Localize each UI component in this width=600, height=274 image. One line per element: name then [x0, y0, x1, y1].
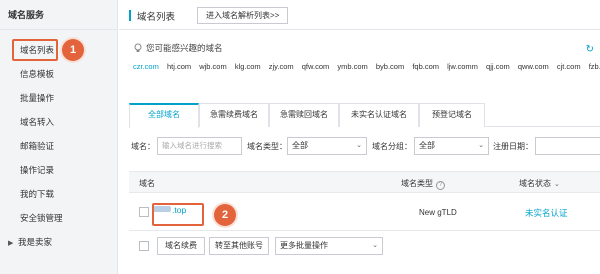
filter-bar: 域名： 输入域名进行搜索 域名类型： 全部 ⌄ 域名分组： 全部 ⌄ 注册日期：: [129, 137, 600, 157]
sidebar-item-seller-label: 我是卖家: [18, 237, 53, 247]
more-bulk-actions-select[interactable]: 更多批量操作 ⌄: [275, 237, 383, 255]
reg-date-input[interactable]: [535, 137, 600, 155]
table-header: 域名 域名类型? 域名状态 ⌄: [129, 171, 600, 193]
page-title: 域名列表: [137, 12, 176, 23]
domain-search-input[interactable]: 输入域名进行搜索: [157, 137, 242, 155]
transfer-account-button[interactable]: 转至其他账号: [209, 237, 269, 255]
chevron-down-icon: ⌄: [554, 181, 560, 188]
more-bulk-actions-label: 更多批量操作: [280, 241, 328, 250]
suggested-domain-link[interactable]: wjb.com: [199, 62, 227, 71]
title-accent-bar: [129, 10, 131, 21]
page-header: 域名列表 进入域名解析列表>>: [119, 0, 600, 30]
sidebar-title: 域名服务: [0, 0, 117, 30]
suggested-domains-heading: 您可能感兴趣的域名: [133, 42, 600, 54]
domain-type-cell: New gTLD: [419, 208, 457, 217]
column-header-status[interactable]: 域名状态 ⌄: [519, 178, 560, 189]
domain-type-value: 全部: [292, 141, 308, 150]
suggested-domain-link[interactable]: byb.com: [376, 62, 404, 71]
chevron-down-icon: ⌄: [356, 142, 362, 149]
reg-date-label: 注册日期：: [493, 142, 533, 151]
sidebar-item-seller[interactable]: ▶ 我是卖家: [0, 230, 117, 254]
suggested-domain-link[interactable]: qjj.com: [486, 62, 510, 71]
help-icon[interactable]: ?: [436, 181, 445, 190]
suggested-domain-link[interactable]: fqb.com: [412, 62, 439, 71]
annotation-marker-2: 2: [214, 204, 236, 226]
suggested-domains-title: 您可能感兴趣的域名: [146, 43, 223, 53]
chevron-down-icon: ⌄: [372, 242, 378, 249]
column-header-status-label: 域名状态: [519, 179, 551, 188]
suggested-domain-list: czr.com htj.com wjb.com klg.com zjy.com …: [133, 62, 600, 71]
tab-unverified[interactable]: 未实名认证域名: [339, 103, 419, 127]
highlight-box-domain-list: [12, 39, 58, 61]
sidebar-item-my-downloads[interactable]: 我的下载: [0, 182, 117, 206]
suggested-domain-link[interactable]: cjt.com: [557, 62, 581, 71]
domain-group-select[interactable]: 全部 ⌄: [414, 137, 489, 155]
sidebar-nav: 域名列表 信息模板 批量操作 域名转入 邮箱验证 操作记录 我的下载 安全锁管理…: [0, 38, 117, 254]
tab-renewal-due[interactable]: 急需续费域名: [199, 103, 269, 127]
main-content: 域名列表 进入域名解析列表>> 您可能感兴趣的域名 czr.com htj.co…: [119, 0, 600, 274]
highlight-box-domain-row: [152, 203, 204, 226]
suggested-domain-link[interactable]: czr.com: [133, 62, 159, 71]
suggested-domain-link[interactable]: fzb.co: [589, 62, 600, 71]
chevron-down-icon: ⌄: [478, 142, 484, 149]
suggested-domain-link[interactable]: klg.com: [235, 62, 261, 71]
suggested-domain-link[interactable]: zjy.com: [269, 62, 294, 71]
sidebar-item-batch-operations[interactable]: 批量操作: [0, 86, 117, 110]
tab-pre-registration[interactable]: 预登记域名: [419, 103, 485, 127]
domain-type-label: 域名类型：: [247, 142, 287, 151]
lightbulb-icon: [134, 43, 142, 52]
suggested-domain-link[interactable]: qfw.com: [302, 62, 330, 71]
select-all-checkbox[interactable]: [139, 241, 149, 251]
domain-type-select[interactable]: 全部 ⌄: [287, 137, 367, 155]
refresh-icon[interactable]: ↻: [586, 44, 594, 55]
sidebar-item-domain-transfer-in[interactable]: 域名转入: [0, 110, 117, 134]
sidebar-item-info-template[interactable]: 信息模板: [0, 62, 117, 86]
suggested-domain-link[interactable]: ymb.com: [337, 62, 367, 71]
tab-redemption-due[interactable]: 急需赎回域名: [269, 103, 339, 127]
column-header-type-label: 域名类型: [401, 179, 433, 188]
row-checkbox[interactable]: [139, 207, 149, 217]
goto-dns-list-button[interactable]: 进入域名解析列表>>: [197, 7, 289, 24]
caret-right-icon: ▶: [8, 240, 14, 247]
column-header-domain: 域名: [139, 179, 155, 188]
domain-status-link[interactable]: 未实名认证: [525, 207, 568, 219]
suggested-domain-link[interactable]: qww.com: [518, 62, 549, 71]
domain-group-label: 域名分组：: [372, 142, 412, 151]
sidebar-item-operation-log[interactable]: 操作记录: [0, 158, 117, 182]
domain-tabs: 全部域名 急需续费域名 急需赎回域名 未实名认证域名 预登记域名: [129, 103, 600, 128]
suggested-domains: 您可能感兴趣的域名 czr.com htj.com wjb.com klg.co…: [133, 42, 600, 71]
sidebar-item-security-lock[interactable]: 安全锁管理: [0, 206, 117, 230]
suggested-domain-link[interactable]: ljw.comm: [447, 62, 478, 71]
domain-search-label: 域名：: [131, 142, 155, 151]
renew-button[interactable]: 域名续费: [157, 237, 205, 255]
sidebar-item-email-verification[interactable]: 邮箱验证: [0, 134, 117, 158]
suggested-domain-link[interactable]: htj.com: [167, 62, 191, 71]
bulk-actions: 域名续费 转至其他账号 更多批量操作 ⌄: [129, 237, 600, 257]
column-header-type: 域名类型?: [401, 178, 445, 190]
tab-all-domains[interactable]: 全部域名: [129, 103, 199, 128]
annotation-marker-1: 1: [62, 39, 84, 61]
domain-group-value: 全部: [419, 141, 435, 150]
